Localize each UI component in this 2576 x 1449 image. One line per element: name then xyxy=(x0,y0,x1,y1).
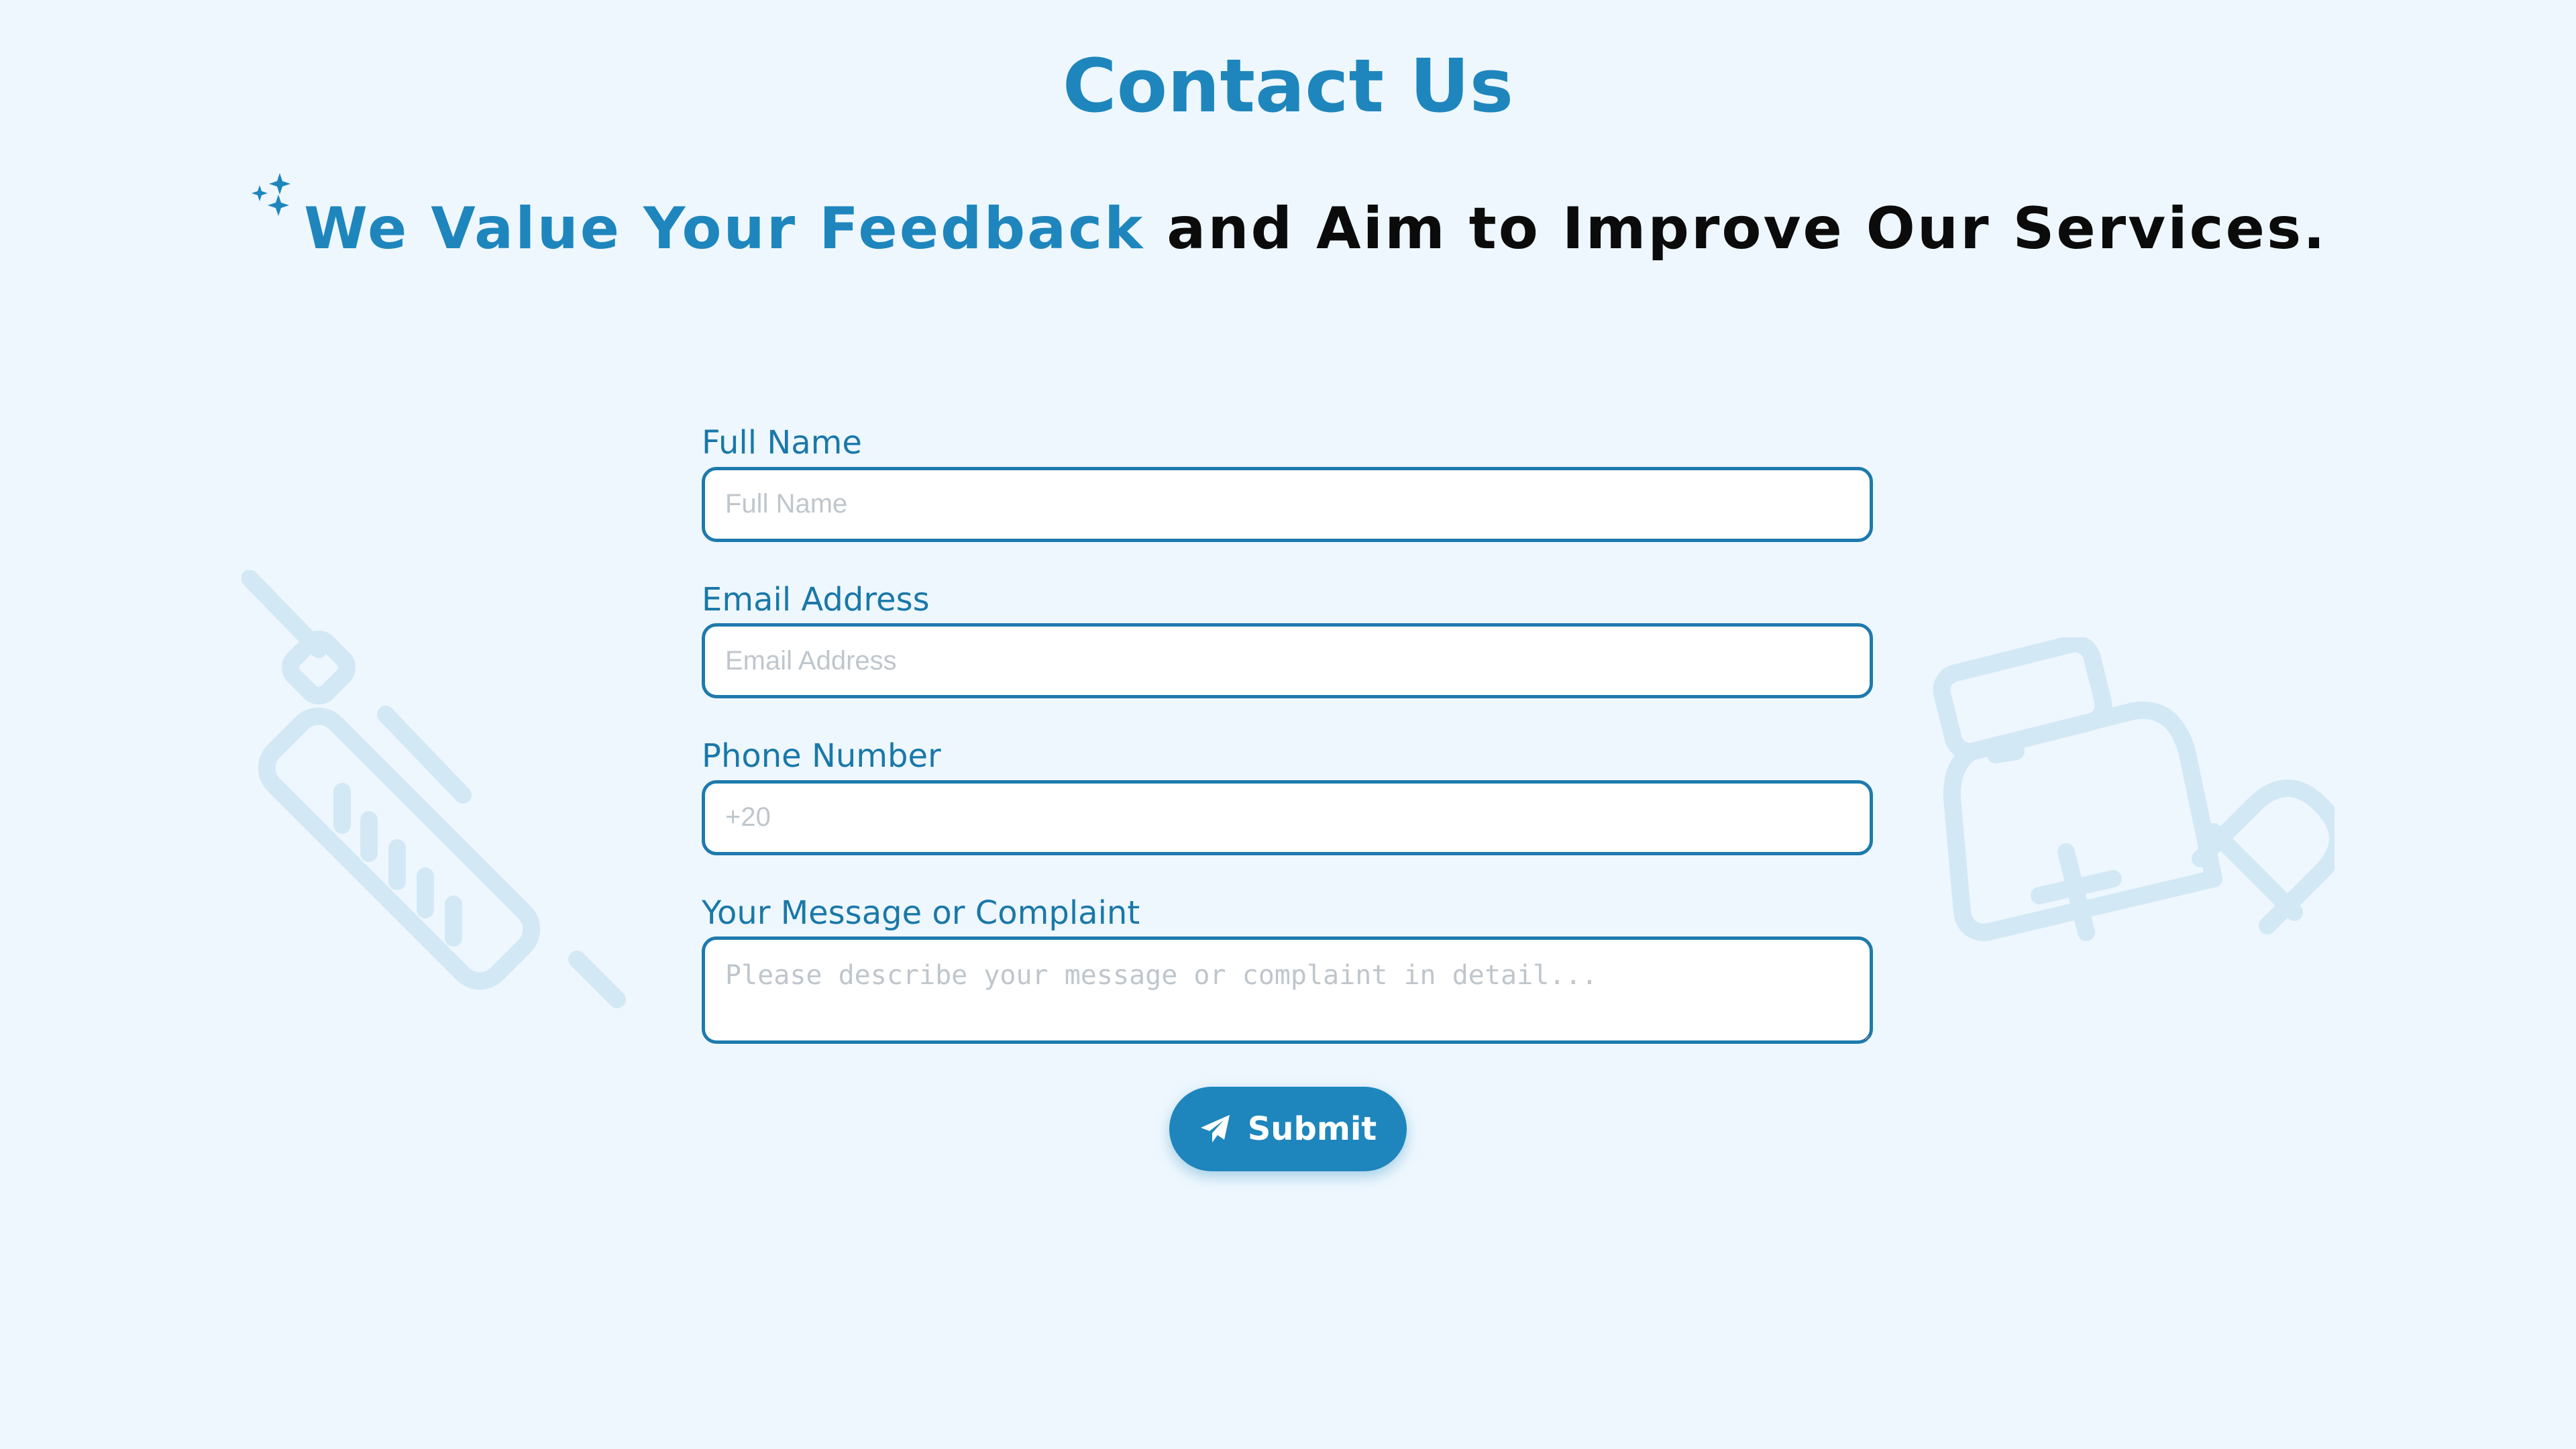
email-group: Email Address xyxy=(702,581,1873,699)
contact-form: Full Name Email Address Phone Number You… xyxy=(702,424,1873,1083)
submit-label: Submit xyxy=(1247,1110,1377,1148)
subtitle-highlight: We Value Your Feedback xyxy=(304,195,1145,262)
email-label: Email Address xyxy=(702,580,930,619)
email-input[interactable] xyxy=(702,623,1873,699)
subtitle-rest: and Aim to Improve Our Services. xyxy=(1144,195,2327,262)
message-group: Your Message or Complaint xyxy=(702,894,1873,1044)
page-subtitle: We Value Your Feedback and Aim to Improv… xyxy=(0,173,2576,264)
phone-label: Phone Number xyxy=(702,737,941,775)
full-name-input[interactable] xyxy=(702,466,1873,542)
phone-group: Phone Number xyxy=(702,737,1873,855)
sparkles-icon xyxy=(252,173,291,216)
message-label: Your Message or Complaint xyxy=(702,894,1140,932)
full-name-group: Full Name xyxy=(702,424,1873,542)
message-textarea[interactable] xyxy=(702,936,1873,1044)
paper-plane-icon xyxy=(1200,1115,1230,1142)
submit-button[interactable]: Submit xyxy=(1169,1087,1407,1171)
full-name-label: Full Name xyxy=(702,424,862,462)
page-title: Contact Us xyxy=(1062,43,1514,129)
medicine-bottle-pill-icon xyxy=(1933,637,2334,941)
syringe-icon xyxy=(241,570,626,1008)
phone-input[interactable] xyxy=(702,780,1873,855)
